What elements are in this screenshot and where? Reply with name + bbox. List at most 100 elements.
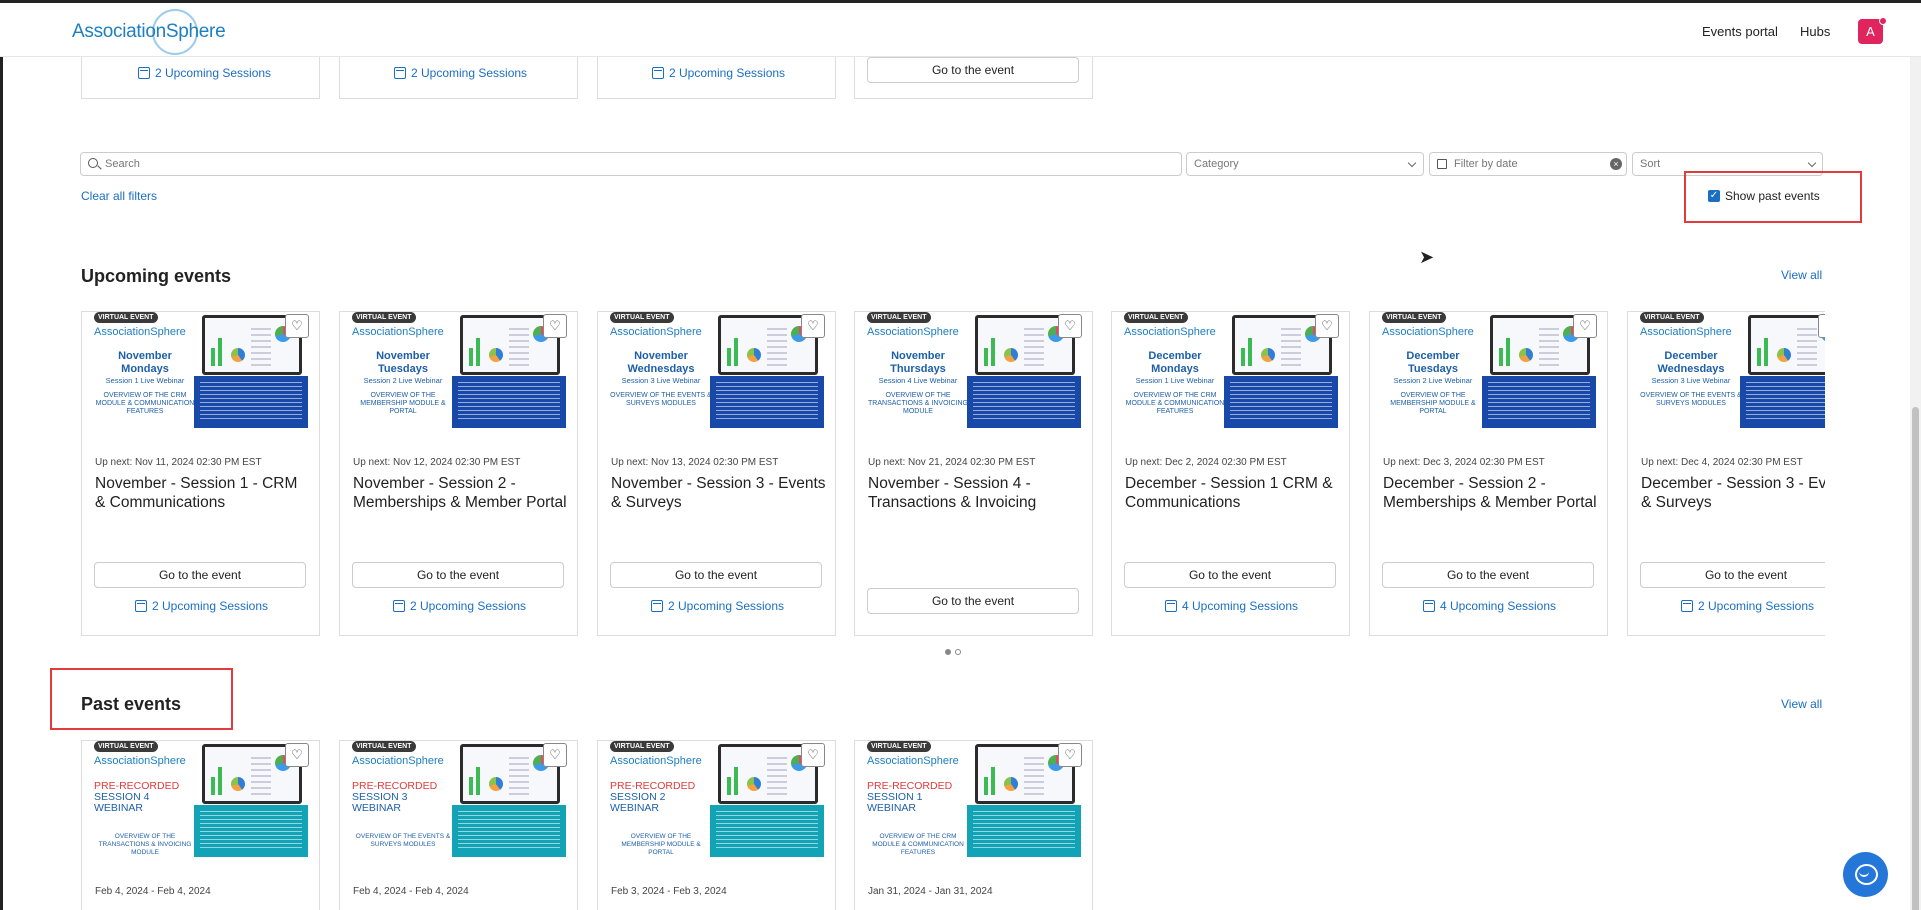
virtual-event-badge: VIRTUAL EVENT	[610, 312, 674, 323]
go-to-event-button[interactable]: Go to the event	[1382, 562, 1594, 588]
favorite-heart-icon[interactable]: ♡	[801, 314, 825, 338]
event-title[interactable]: November - Session 2 - Memberships & Mem…	[353, 474, 568, 512]
upcoming-sessions-link[interactable]: 2 Upcoming Sessions	[394, 66, 527, 80]
sessions-label: 2 Upcoming Sessions	[151, 599, 269, 613]
sessions-label: 2 Upcoming Sessions	[409, 599, 527, 613]
past-view-all-link[interactable]: View all	[1781, 697, 1822, 711]
carousel-pagination	[945, 649, 961, 655]
past-event-card[interactable]: VIRTUAL EVENT AssociationSphere PRE-RECO…	[597, 740, 836, 910]
thumbnail-overview: Overview of the Membership Module & Port…	[1390, 392, 1476, 415]
event-card[interactable]: VIRTUAL EVENT AssociationSphere November…	[597, 311, 836, 636]
go-to-event-button[interactable]: Go to the event	[1640, 562, 1825, 588]
event-thumbnail[interactable]: VIRTUAL EVENT AssociationSphere November…	[352, 312, 566, 432]
upcoming-sessions-link[interactable]: 2 Upcoming Sessions	[652, 66, 785, 80]
go-to-event-button[interactable]: Go to the event	[1124, 562, 1336, 588]
thumbnail-month: December Mondays	[1148, 350, 1202, 375]
favorite-heart-icon[interactable]: ♡	[543, 314, 567, 338]
calendar-icon	[138, 67, 150, 79]
top-card-1: 2 Upcoming Sessions	[81, 57, 320, 99]
thumbnail-subtitle: Session 2 Live Webinar	[1393, 376, 1473, 385]
virtual-event-badge: VIRTUAL EVENT	[867, 741, 931, 752]
date-filter[interactable]: Filter by date ×	[1429, 152, 1627, 176]
sessions-label: 2 Upcoming Sessions	[155, 66, 272, 80]
favorite-heart-icon[interactable]: ♡	[801, 743, 825, 767]
thumbnail-prerecorded: PRE-RECORDED SESSION 2 WEBINAR	[610, 780, 696, 814]
virtual-event-badge: VIRTUAL EVENT	[352, 312, 416, 323]
upcoming-sessions-link[interactable]: 2 Upcoming Sessions	[340, 599, 577, 613]
association-sphere-logo[interactable]: AssociationSphere	[72, 9, 226, 55]
thumbnail-overview: Overview of the Membership Module & Port…	[621, 833, 701, 856]
up-next-date: Up next: Nov 13, 2024 02:30 PM EST	[611, 457, 779, 468]
favorite-heart-icon[interactable]: ♡	[1573, 314, 1597, 338]
event-thumbnail[interactable]: VIRTUAL EVENT AssociationSphere PRE-RECO…	[610, 741, 824, 861]
event-card[interactable]: VIRTUAL EVENT AssociationSphere November…	[81, 311, 320, 636]
event-card[interactable]: VIRTUAL EVENT AssociationSphere December…	[1111, 311, 1350, 636]
thumbnail-logo: AssociationSphere	[610, 755, 702, 767]
go-to-event-button[interactable]: Go to the event	[94, 562, 306, 588]
thumbnail-info-panel	[710, 805, 824, 857]
category-select[interactable]: Category	[1186, 152, 1424, 176]
go-to-event-button[interactable]: Go to the event	[867, 57, 1079, 83]
carousel-dot[interactable]	[955, 649, 961, 655]
chat-support-button[interactable]	[1843, 852, 1888, 897]
event-thumbnail[interactable]: VIRTUAL EVENT AssociationSphere December…	[1640, 312, 1825, 432]
past-event-card[interactable]: VIRTUAL EVENT AssociationSphere PRE-RECO…	[81, 740, 320, 910]
sessions-label: 2 Upcoming Sessions	[411, 66, 528, 80]
favorite-heart-icon[interactable]: ♡	[285, 743, 309, 767]
sort-placeholder: Sort	[1640, 158, 1661, 170]
thumbnail-overview: Overview of the Events & Surveys Modules	[355, 833, 451, 848]
nav-hubs[interactable]: Hubs	[1800, 24, 1830, 39]
event-title[interactable]: December - Session 1 CRM & Communication…	[1125, 474, 1340, 512]
thumbnail-subtitle: Session 3 Live Webinar	[1651, 376, 1731, 385]
favorite-heart-icon[interactable]: ♡	[1315, 314, 1339, 338]
go-to-event-button[interactable]: Go to the event	[352, 562, 564, 588]
upcoming-sessions-link[interactable]: 4 Upcoming Sessions	[1112, 599, 1349, 613]
thumbnail-info-panel	[967, 805, 1081, 857]
search-field[interactable]	[80, 152, 1182, 176]
go-to-event-button[interactable]: Go to the event	[867, 588, 1079, 614]
upcoming-sessions-link[interactable]: 4 Upcoming Sessions	[1370, 599, 1607, 613]
thumbnail-overview: Overview of the Transactions & Invoicing…	[868, 392, 968, 415]
favorite-heart-icon[interactable]: ♡	[1058, 314, 1082, 338]
event-thumbnail[interactable]: VIRTUAL EVENT AssociationSphere November…	[867, 312, 1081, 432]
upcoming-view-all-link[interactable]: View all	[1781, 268, 1822, 282]
upcoming-sessions-link[interactable]: 2 Upcoming Sessions	[82, 599, 319, 613]
event-card[interactable]: VIRTUAL EVENT AssociationSphere November…	[854, 311, 1093, 636]
page-scrollbar[interactable]	[1910, 57, 1921, 910]
event-title[interactable]: November - Session 4 - Transactions & In…	[868, 474, 1083, 512]
clear-all-filters-link[interactable]: Clear all filters	[81, 189, 157, 203]
favorite-heart-icon[interactable]: ♡	[543, 743, 567, 767]
event-title[interactable]: November - Session 1 - CRM & Communicati…	[95, 474, 310, 512]
thumbnail-overview: Overview of the CRM Module & Communicati…	[1125, 392, 1225, 415]
go-to-event-button[interactable]: Go to the event	[610, 562, 822, 588]
event-card[interactable]: VIRTUAL EVENT AssociationSphere December…	[1369, 311, 1608, 636]
event-thumbnail[interactable]: VIRTUAL EVENT AssociationSphere PRE-RECO…	[94, 741, 308, 861]
thumbnail-logo: AssociationSphere	[352, 755, 444, 767]
past-event-card[interactable]: VIRTUAL EVENT AssociationSphere PRE-RECO…	[854, 740, 1093, 910]
virtual-event-badge: VIRTUAL EVENT	[610, 741, 674, 752]
favorite-heart-icon[interactable]: ♡	[285, 314, 309, 338]
carousel-dot[interactable]	[945, 649, 951, 655]
event-thumbnail[interactable]: VIRTUAL EVENT AssociationSphere December…	[1382, 312, 1596, 432]
event-thumbnail[interactable]: VIRTUAL EVENT AssociationSphere December…	[1124, 312, 1338, 432]
favorite-heart-icon[interactable]: ♡	[1818, 314, 1825, 338]
event-title[interactable]: November - Session 3 - Events & Surveys	[611, 474, 826, 512]
favorite-heart-icon[interactable]: ♡	[1058, 743, 1082, 767]
clear-date-icon[interactable]: ×	[1610, 158, 1622, 170]
nav-events-portal[interactable]: Events portal	[1702, 24, 1778, 39]
up-next-date: Up next: Nov 11, 2024 02:30 PM EST	[95, 457, 262, 468]
event-card[interactable]: VIRTUAL EVENT AssociationSphere December…	[1627, 311, 1825, 636]
event-card[interactable]: VIRTUAL EVENT AssociationSphere November…	[339, 311, 578, 636]
upcoming-sessions-link[interactable]: 2 Upcoming Sessions	[1628, 599, 1825, 613]
event-title[interactable]: December - Session 3 - Events & Surveys	[1641, 474, 1825, 512]
upcoming-sessions-link[interactable]: 2 Upcoming Sessions	[598, 599, 835, 613]
past-event-card[interactable]: VIRTUAL EVENT AssociationSphere PRE-RECO…	[339, 740, 578, 910]
upcoming-sessions-link[interactable]: 2 Upcoming Sessions	[138, 66, 271, 80]
event-thumbnail[interactable]: VIRTUAL EVENT AssociationSphere PRE-RECO…	[352, 741, 566, 861]
event-thumbnail[interactable]: VIRTUAL EVENT AssociationSphere November…	[610, 312, 824, 432]
event-thumbnail[interactable]: VIRTUAL EVENT AssociationSphere November…	[94, 312, 308, 432]
event-title[interactable]: December - Session 2 - Memberships & Mem…	[1383, 474, 1598, 512]
search-input[interactable]	[105, 155, 1165, 173]
scrollbar-thumb[interactable]	[1912, 407, 1919, 910]
event-thumbnail[interactable]: VIRTUAL EVENT AssociationSphere PRE-RECO…	[867, 741, 1081, 861]
